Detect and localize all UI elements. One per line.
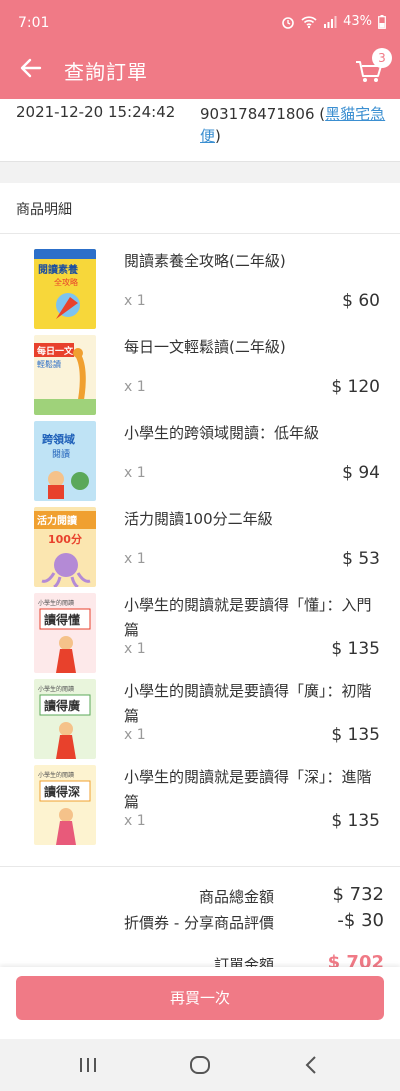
divider (0, 233, 400, 234)
svg-text:閱讀: 閱讀 (52, 448, 70, 460)
svg-text:讀得懂: 讀得懂 (44, 612, 80, 627)
svg-text:輕鬆讀: 輕鬆讀 (37, 359, 61, 369)
bottom-action-bar: 再買一次 (0, 967, 400, 1039)
item-quantity: x 1 (124, 379, 146, 395)
item-name: 小學生的跨領域閱讀：低年級 (124, 424, 320, 442)
svg-text:讀得深: 讀得深 (44, 784, 80, 799)
svg-text:閱讀素養: 閱讀素養 (38, 263, 78, 276)
battery-icon (378, 14, 386, 29)
subtotal-row: 商品總金額 $ 732 (0, 884, 400, 912)
recent-apps-icon[interactable] (76, 1053, 100, 1077)
book-cover-image: 小學生的閱讀 讀得廣 (34, 679, 96, 759)
rebuy-button[interactable]: 再買一次 (16, 976, 384, 1020)
order-total-row: 訂單金額 $ 702 (0, 952, 400, 967)
tracking-info: 903178471806 (黑貓宅急便) (200, 105, 386, 145)
svg-text:每日一文: 每日一文 (37, 345, 74, 357)
order-item[interactable]: 跨領域 閱讀 小學生的跨領域閱讀：低年級 x 1 $ 94 (0, 417, 400, 503)
order-total-label: 訂單金額 (213, 956, 274, 967)
item-name: 小學生的閱讀就是要讀得「廣」：初階篇 (124, 682, 372, 725)
item-price: $ 53 (342, 549, 380, 569)
order-detail-content[interactable]: 2021-12-20 15:24:42 903178471806 (黑貓宅急便)… (0, 99, 400, 967)
order-item[interactable]: 小學生的閱讀 讀得深 小學生的閱讀就是要讀得「深」：進階篇 x 1 $ 135 (0, 761, 400, 847)
discount-value: -$ 30 (337, 910, 384, 931)
book-cover-image: 閱讀素養 全攻略 (34, 249, 96, 329)
item-name: 閱讀素養全攻略(二年級) (124, 252, 286, 270)
section-divider (0, 161, 400, 183)
order-item[interactable]: 閱讀素養 全攻略 閱讀素養全攻略(二年級) x 1 $ 60 (0, 245, 400, 331)
cart-count-badge: 3 (372, 48, 392, 68)
product-details-panel: 商品明細 閱讀素養 全攻略 閱讀素養全攻略(二年級) x 1 $ 60 每日一文… (0, 183, 400, 967)
item-quantity: x 1 (124, 293, 146, 309)
book-cover-image: 活力閱讀 100分 (34, 507, 96, 587)
back-nav-icon[interactable] (300, 1053, 324, 1077)
section-title: 商品明細 (16, 202, 72, 218)
page-title: 查詢訂單 (64, 60, 148, 84)
svg-text:小學生的閱讀: 小學生的閱讀 (38, 685, 74, 693)
discount-row: 折價券 - 分享商品評價 -$ 30 (0, 910, 400, 938)
item-quantity: x 1 (124, 813, 146, 829)
status-bar: 7:01 43% (0, 0, 400, 40)
book-cover-image: 小學生的閱讀 讀得懂 (34, 593, 96, 673)
item-price: $ 135 (331, 639, 380, 659)
svg-text:小學生的閱讀: 小學生的閱讀 (38, 599, 74, 607)
item-price: $ 120 (331, 377, 380, 397)
tracking-number: 903178471806 (200, 105, 315, 123)
svg-text:小學生的閱讀: 小學生的閱讀 (38, 771, 74, 779)
item-name: 小學生的閱讀就是要讀得「懂」：入門篇 (124, 596, 372, 639)
order-item[interactable]: 小學生的閱讀 讀得廣 小學生的閱讀就是要讀得「廣」：初階篇 x 1 $ 135 (0, 675, 400, 761)
book-cover-image: 小學生的閱讀 讀得深 (34, 765, 96, 845)
subtotal-value: $ 732 (332, 884, 384, 905)
svg-text:全攻略: 全攻略 (54, 277, 78, 287)
item-price: $ 135 (331, 725, 380, 745)
system-nav-bar (0, 1039, 400, 1091)
back-arrow-icon[interactable] (18, 55, 44, 81)
item-price: $ 94 (342, 463, 380, 483)
item-name: 每日一文輕鬆讀(二年級) (124, 338, 286, 356)
svg-text:跨領域: 跨領域 (42, 432, 75, 446)
order-total-value: $ 702 (327, 952, 384, 967)
status-time: 7:01 (18, 15, 50, 31)
home-icon[interactable] (188, 1053, 212, 1077)
order-item[interactable]: 小學生的閱讀 讀得懂 小學生的閱讀就是要讀得「懂」：入門篇 x 1 $ 135 (0, 589, 400, 675)
item-quantity: x 1 (124, 641, 146, 657)
item-name: 小學生的閱讀就是要讀得「深」：進階篇 (124, 768, 372, 811)
shipment-info: 2021-12-20 15:24:42 903178471806 (黑貓宅急便) (0, 99, 400, 161)
svg-text:100分: 100分 (48, 532, 82, 546)
subtotal-label: 商品總金額 (198, 888, 274, 906)
item-quantity: x 1 (124, 465, 146, 481)
item-price: $ 60 (342, 291, 380, 311)
item-quantity: x 1 (124, 727, 146, 743)
book-cover-image: 每日一文 輕鬆讀 (34, 335, 96, 415)
signal-icon (324, 15, 337, 28)
app-bar: 查詢訂單 3 (0, 40, 400, 99)
divider (0, 866, 400, 867)
order-item[interactable]: 活力閱讀 100分 活力閱讀100分二年級 x 1 $ 53 (0, 503, 400, 589)
svg-text:活力閱讀: 活力閱讀 (37, 514, 77, 527)
shipment-date: 2021-12-20 15:24:42 (16, 103, 176, 121)
item-price: $ 135 (331, 811, 380, 831)
svg-text:讀得廣: 讀得廣 (44, 698, 80, 713)
wifi-icon (301, 15, 317, 28)
book-cover-image: 跨領域 閱讀 (34, 421, 96, 501)
alarm-icon (282, 16, 294, 29)
item-name: 活力閱讀100分二年級 (124, 510, 273, 528)
item-quantity: x 1 (124, 551, 146, 567)
order-item[interactable]: 每日一文 輕鬆讀 每日一文輕鬆讀(二年級) x 1 $ 120 (0, 331, 400, 417)
discount-label: 折價券 - 分享商品評價 (124, 914, 274, 932)
battery-percent: 43% (343, 14, 372, 29)
